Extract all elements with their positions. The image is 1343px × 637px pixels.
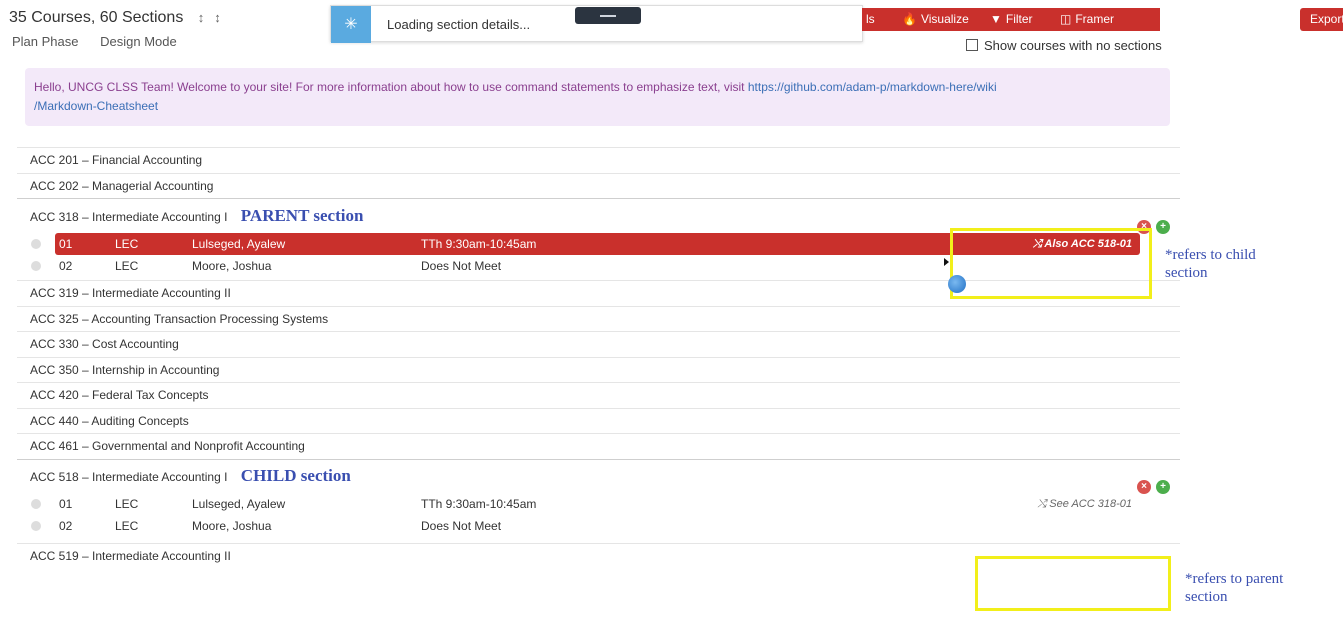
design-mode-link[interactable]: Design Mode: [100, 34, 177, 49]
markdown-link-continued[interactable]: /Markdown-Cheatsheet: [34, 99, 158, 113]
note-line: *refers to child: [1165, 247, 1256, 263]
course-row[interactable]: ACC 350 – Internship in Accounting: [17, 356, 1180, 383]
course-row[interactable]: ACC 440 – Auditing Concepts: [17, 407, 1180, 434]
child-annotation: CHILD section: [240, 465, 351, 485]
course-title: ACC 350 – Internship in Accounting: [30, 362, 220, 377]
section-time: Does Not Meet: [421, 259, 502, 273]
section-status-dot: [31, 239, 41, 249]
sort-up-icon[interactable]: ↕: [198, 10, 215, 25]
course-row[interactable]: ACC 330 – Cost Accounting: [17, 331, 1180, 357]
course-title: ACC 330 – Cost Accounting: [30, 337, 179, 351]
filter-button[interactable]: ▼ Filter: [980, 8, 1043, 31]
section-type: LEC: [115, 259, 139, 273]
section-type: LEC: [115, 518, 139, 533]
section-number: 01: [59, 237, 73, 251]
fire-icon: 🔥: [902, 12, 917, 26]
section-instructor: Moore, Joshua: [192, 518, 272, 533]
visualize-label: Visualize: [920, 12, 969, 26]
filter-label: Filter: [1005, 12, 1033, 26]
section-time: TTh 9:30am-10:45am: [421, 237, 537, 251]
note-line: *refers to parent: [1185, 571, 1284, 587]
remove-icon[interactable]: ×: [1137, 479, 1151, 494]
section-status-dot: [31, 520, 41, 531]
row-actions: × +: [1132, 208, 1170, 234]
course-title: ACC 519 – Intermediate Accounting II: [30, 548, 231, 563]
note-line: section: [1165, 265, 1208, 281]
row-actions: × +: [1132, 469, 1170, 494]
crosslist-link[interactable]: ⤭ Also ACC 518-01: [1033, 233, 1132, 255]
course-row[interactable]: ACC 325 – Accounting Transaction Process…: [17, 305, 1180, 332]
framer-icon: ◫: [1060, 12, 1072, 26]
add-icon[interactable]: +: [1156, 220, 1170, 234]
sort-controls[interactable]: ↕↕: [198, 10, 231, 25]
highlight-box-child: [975, 556, 1171, 611]
course-title: ACC 420 – Federal Tax Concepts: [30, 388, 209, 402]
banner-text: Hello, UNCG CLSS Team! Welcome to your s…: [34, 80, 748, 94]
course-row[interactable]: ACC 420 – Federal Tax Concepts: [17, 382, 1180, 408]
stub-label: ls: [866, 12, 875, 26]
show-courses-toggle[interactable]: Show courses with no sections: [966, 38, 1162, 53]
framer-label: Framer: [1075, 12, 1115, 26]
mouse-pointer-icon: [944, 258, 949, 266]
export-button[interactable]: Export ▾: [1300, 8, 1343, 31]
click-indicator-icon: [948, 275, 966, 293]
plan-phase-link[interactable]: Plan Phase: [12, 34, 79, 49]
welcome-banner: Hello, UNCG CLSS Team! Welcome to your s…: [25, 68, 1170, 126]
toolbar-stub-button[interactable]: ls: [862, 8, 880, 31]
course-title: ACC 325 – Accounting Transaction Process…: [30, 311, 329, 326]
course-title: ACC 319 – Intermediate Accounting II: [30, 286, 231, 300]
sub-header: Plan Phase Design Mode: [12, 34, 195, 49]
section-number: 02: [59, 259, 73, 273]
course-title: ACC 461 – Governmental and Nonprofit Acc…: [30, 439, 305, 453]
add-icon[interactable]: +: [1156, 479, 1170, 494]
course-title: ACC 318 – Intermediate Accounting I: [30, 210, 228, 224]
section-number: 02: [59, 518, 73, 533]
menu-handle[interactable]: [575, 7, 641, 24]
loading-text: Loading section details...: [387, 17, 531, 32]
framer-button[interactable]: ◫ Framer: [1050, 8, 1125, 31]
course-row[interactable]: ACC 461 – Governmental and Nonprofit Acc…: [17, 433, 1180, 459]
course-row-expanded[interactable]: ACC 518 – Intermediate Accounting I CHIL…: [17, 458, 1180, 494]
section-instructor: Lulseged, Ayalew: [192, 237, 286, 251]
section-instructor: Lulseged, Ayalew: [192, 496, 286, 511]
page-title: 35 Courses, 60 Sections ↕↕: [9, 9, 231, 27]
export-label: Export ▾: [1310, 12, 1343, 26]
section-row[interactable]: 01 LEC Lulseged, Ayalew TTh 9:30am-10:45…: [17, 493, 1180, 515]
section-time: TTh 9:30am-10:45am: [421, 496, 537, 511]
section-row[interactable]: 02 LEC Moore, Joshua Does Not Meet: [17, 515, 1180, 537]
course-title: ACC 518 – Intermediate Accounting I: [30, 469, 228, 484]
section-instructor: Moore, Joshua: [192, 259, 272, 273]
course-title: ACC 202 – Managerial Accounting: [30, 178, 214, 193]
show-courses-label: Show courses with no sections: [984, 38, 1162, 53]
course-row-expanded[interactable]: ACC 318 – Intermediate Accounting I PARE…: [17, 198, 1180, 234]
course-title: ACC 201 – Financial Accounting: [30, 153, 203, 167]
sort-down-icon[interactable]: ↕: [214, 10, 231, 25]
course-section-count: 35 Courses, 60 Sections: [9, 9, 184, 26]
spinner-icon: ✳: [331, 6, 371, 43]
child-reference-note: *refers to child section: [1165, 246, 1256, 282]
section-status-dot: [31, 261, 41, 271]
course-title: ACC 440 – Auditing Concepts: [30, 413, 189, 428]
section-type: LEC: [115, 237, 139, 251]
course-list: ACC 201 – Financial Accounting ACC 202 –…: [17, 147, 1180, 568]
show-courses-checkbox[interactable]: [966, 39, 978, 51]
note-line: section: [1185, 589, 1228, 605]
parent-annotation: PARENT section: [240, 206, 364, 225]
section-number: 01: [59, 496, 73, 511]
course-row[interactable]: ACC 201 – Financial Accounting: [17, 147, 1180, 173]
filter-icon: ▼: [990, 12, 1002, 26]
crosslist-link[interactable]: ⤭ See ACC 318-01: [1037, 493, 1132, 515]
section-type: LEC: [115, 496, 139, 511]
markdown-link[interactable]: https://github.com/adam-p/markdown-here/…: [748, 80, 997, 94]
visualize-button[interactable]: 🔥 Visualize: [892, 8, 979, 31]
parent-reference-note: *refers to parent section: [1185, 570, 1283, 606]
course-row[interactable]: ACC 202 – Managerial Accounting: [17, 172, 1180, 199]
section-status-dot: [31, 498, 41, 509]
section-time: Does Not Meet: [421, 518, 502, 533]
